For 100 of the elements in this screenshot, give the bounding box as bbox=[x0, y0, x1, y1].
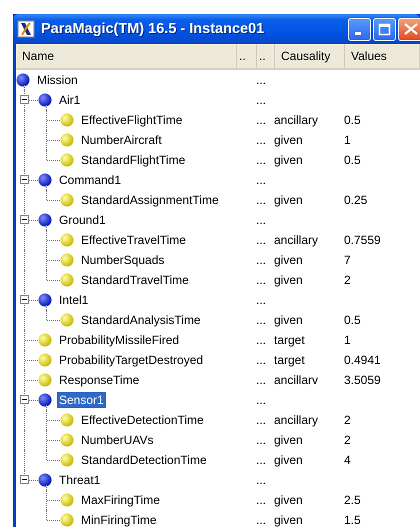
ball-icon bbox=[60, 113, 74, 127]
causality-cell-text: given bbox=[274, 433, 304, 447]
dots-cell-text: ... bbox=[256, 293, 268, 307]
column-header[interactable]: .. bbox=[237, 44, 257, 68]
node-label[interactable]: NumberAircraft bbox=[79, 132, 164, 148]
node-label[interactable]: ProbabilityTargetDestroyed bbox=[57, 352, 206, 368]
value-cell-text: 1.5 bbox=[344, 513, 362, 527]
maximize-icon bbox=[378, 22, 391, 36]
node-label[interactable]: NumberUAVs bbox=[79, 432, 156, 448]
value-cell-text: 0.5 bbox=[344, 313, 362, 327]
node-label[interactable]: ResponseTime bbox=[57, 372, 142, 388]
close-button[interactable] bbox=[398, 18, 420, 40]
node-label[interactable]: StandardDetectionTime bbox=[79, 452, 209, 468]
dots-cell-text: ... bbox=[256, 153, 268, 167]
node-label[interactable]: EffectiveTravelTime bbox=[79, 232, 188, 248]
ball-icon bbox=[38, 213, 52, 227]
node-label[interactable]: ProbabilityMissileFired bbox=[57, 332, 182, 348]
ball-icon bbox=[38, 293, 52, 307]
dots-cell-text: ... bbox=[256, 313, 268, 327]
collapse-icon[interactable] bbox=[20, 295, 29, 304]
node-label[interactable]: Command1 bbox=[57, 172, 124, 188]
causality-cell-text: given bbox=[274, 153, 304, 167]
app-icon bbox=[17, 20, 35, 38]
dots-cell-text: ... bbox=[256, 353, 268, 367]
value-cell-text: 2.5 bbox=[344, 493, 362, 507]
value-cell-text: 0.7559 bbox=[344, 233, 382, 247]
causality-cell-text: target bbox=[274, 333, 306, 347]
collapse-icon[interactable] bbox=[20, 215, 29, 224]
dots-cell-text: ... bbox=[256, 413, 268, 427]
minimize-button[interactable] bbox=[348, 18, 371, 40]
value-cell-text: 2 bbox=[344, 433, 352, 447]
node-label[interactable]: StandardAnalysisTime bbox=[79, 312, 203, 328]
node-label[interactable]: Intel1 bbox=[57, 292, 90, 308]
value-cell-text: 0.5 bbox=[344, 153, 362, 167]
causality-cell-text: given bbox=[274, 313, 304, 327]
dots-cell-text: ... bbox=[256, 453, 268, 467]
ball-icon bbox=[38, 473, 52, 487]
causality-cell-text: given bbox=[274, 273, 304, 287]
ball-icon bbox=[60, 453, 74, 467]
node-label[interactable]: NumberSquads bbox=[79, 252, 166, 268]
ball-icon bbox=[60, 313, 74, 327]
dots-cell-text: ... bbox=[256, 493, 268, 507]
dots-cell-text: ... bbox=[256, 173, 268, 187]
ball-icon bbox=[60, 133, 74, 147]
causality-cell-text: given bbox=[274, 453, 304, 467]
ball-icon bbox=[60, 493, 74, 507]
dots-cell-text: ... bbox=[256, 193, 268, 207]
ball-icon bbox=[38, 93, 52, 107]
node-label[interactable]: Threat1 bbox=[57, 472, 102, 488]
node-label[interactable]: EffectiveFlightTime bbox=[79, 112, 184, 128]
causality-cell-text: given bbox=[274, 513, 304, 527]
dots-cell-text: ... bbox=[256, 433, 268, 447]
value-cell-text: 0.25 bbox=[344, 193, 368, 207]
node-label[interactable]: Ground1 bbox=[57, 212, 108, 228]
dots-cell-text: ... bbox=[256, 473, 268, 487]
ball-icon bbox=[38, 173, 52, 187]
node-label[interactable]: Sensor1 bbox=[57, 392, 106, 408]
ball-icon bbox=[60, 273, 74, 287]
column-header[interactable]: Values bbox=[345, 44, 420, 68]
ball-icon bbox=[16, 73, 30, 87]
collapse-icon[interactable] bbox=[20, 95, 29, 104]
column-header[interactable]: .. bbox=[257, 44, 275, 68]
node-label[interactable]: Air1 bbox=[57, 92, 82, 108]
causality-cell-text: ancillary bbox=[274, 233, 320, 247]
node-label[interactable]: EffectiveDetectionTime bbox=[79, 412, 206, 428]
ball-icon bbox=[38, 333, 52, 347]
collapse-icon[interactable] bbox=[20, 175, 29, 184]
dots-cell-text: ... bbox=[256, 73, 268, 87]
causality-cell-text: given bbox=[274, 253, 304, 267]
ball-icon bbox=[60, 253, 74, 267]
dots-cell-text: ... bbox=[256, 273, 268, 287]
minimize-icon bbox=[355, 32, 361, 34]
causality-cell-text: given bbox=[274, 193, 304, 207]
node-label[interactable]: StandardTravelTime bbox=[79, 272, 191, 288]
value-cell-text: 1 bbox=[344, 333, 352, 347]
ball-icon bbox=[38, 393, 52, 407]
causality-cell-text: ancillary bbox=[274, 413, 320, 427]
value-cell-text: 3.5059 bbox=[344, 373, 382, 387]
window-title: ParaMagic(TM) 16.5 - Instance01 bbox=[41, 21, 266, 37]
causality-cell-text: ancillary bbox=[274, 113, 320, 127]
dots-cell-text: ... bbox=[256, 233, 268, 247]
causality-cell-text: target bbox=[274, 353, 306, 367]
collapse-icon[interactable] bbox=[20, 395, 29, 404]
dots-cell-text: ... bbox=[256, 213, 268, 227]
value-cell-text: 2 bbox=[344, 413, 352, 427]
dots-cell-text: ... bbox=[256, 93, 268, 107]
node-label[interactable]: MaxFiringTime bbox=[79, 492, 162, 508]
node-label[interactable]: Mission bbox=[35, 72, 80, 88]
ball-icon bbox=[60, 433, 74, 447]
node-label[interactable]: MinFiringTime bbox=[79, 512, 159, 527]
node-label[interactable]: StandardFlightTime bbox=[79, 152, 188, 168]
maximize-button[interactable] bbox=[373, 18, 396, 40]
value-cell-text: 1 bbox=[344, 133, 352, 147]
column-header[interactable]: Causality bbox=[275, 44, 345, 68]
dots-cell-text: ... bbox=[256, 333, 268, 347]
column-header[interactable]: Name bbox=[16, 44, 237, 68]
ball-icon bbox=[38, 353, 52, 367]
collapse-icon[interactable] bbox=[20, 475, 29, 484]
node-label[interactable]: StandardAssignmentTime bbox=[79, 192, 221, 208]
dots-cell-text: ... bbox=[256, 513, 268, 527]
